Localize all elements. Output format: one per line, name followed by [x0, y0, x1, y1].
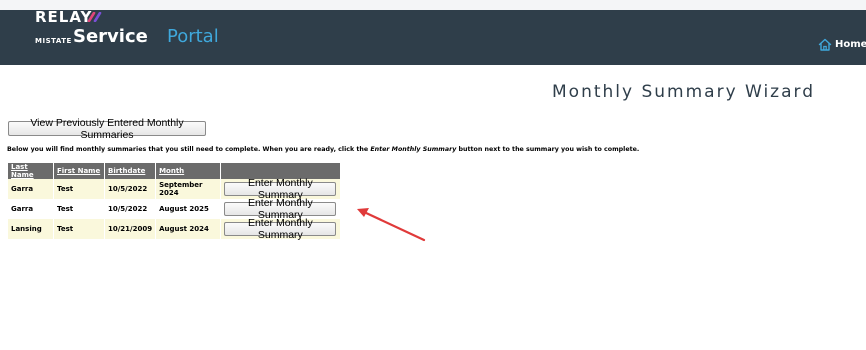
- app-header: RELAY MISTATE Service Portal Home: [0, 8, 866, 65]
- column-header-first-name[interactable]: First Name: [53, 163, 105, 179]
- cell-last-name: Garra: [8, 199, 54, 219]
- cell-birthdate: 10/5/2022: [104, 179, 157, 199]
- cell-first-name: Test: [53, 219, 105, 239]
- cell-first-name: Test: [53, 179, 105, 199]
- logo-relay-text: RELAY: [35, 8, 93, 26]
- enter-monthly-summary-button[interactable]: Enter Monthly Summary: [224, 177, 337, 201]
- cell-action: Enter Monthly Summary: [220, 217, 341, 241]
- annotation-arrow-icon: [357, 208, 426, 242]
- home-link-label: Home: [835, 39, 866, 50]
- table-row: Garra Test 10/5/2022 September 2024 Ente…: [8, 177, 341, 201]
- logo-mistate-text: MISTATE: [35, 37, 72, 45]
- cell-action: Enter Monthly Summary: [220, 197, 341, 221]
- cell-last-name: Lansing: [8, 219, 54, 239]
- browser-top-strip: [0, 0, 866, 10]
- enter-monthly-summary-button[interactable]: Enter Monthly Summary: [224, 217, 337, 241]
- column-header-last-name[interactable]: Last Name: [8, 163, 54, 179]
- table-row: Lansing Test 10/21/2009 August 2024 Ente…: [8, 217, 341, 241]
- home-icon: [818, 38, 832, 51]
- column-header-birthdate[interactable]: Birthdate: [104, 163, 157, 179]
- view-previous-summaries-button[interactable]: View Previously Entered Monthly Summarie…: [8, 117, 206, 141]
- instructions-after: button next to the summary you wish to c…: [456, 146, 640, 153]
- cell-month: August 2024: [155, 219, 222, 239]
- home-link[interactable]: Home: [818, 38, 866, 51]
- cell-month: September 2024: [155, 179, 222, 199]
- cell-last-name: Garra: [8, 179, 54, 199]
- enter-monthly-summary-button[interactable]: Enter Monthly Summary: [224, 197, 337, 221]
- logo-portal-text: Portal: [167, 26, 219, 47]
- instructions-before: Below you will find monthly summaries th…: [7, 146, 371, 153]
- page-title: Monthly Summary Wizard: [552, 82, 816, 102]
- table-row: Garra Test 10/5/2022 August 2025 Enter M…: [8, 197, 341, 221]
- logo-slashes-icon: [87, 12, 102, 22]
- cell-first-name: Test: [53, 199, 105, 219]
- monthly-summary-table: Last Name First Name Birthdate Month Gar…: [8, 163, 341, 241]
- cell-birthdate: 10/21/2009: [104, 219, 157, 239]
- cell-action: Enter Monthly Summary: [220, 177, 341, 201]
- instructions-text: Below you will find monthly summaries th…: [7, 146, 639, 153]
- cell-birthdate: 10/5/2022: [104, 199, 157, 219]
- cell-month: August 2025: [155, 199, 222, 219]
- logo-service-text: Service: [73, 26, 148, 47]
- column-header-month[interactable]: Month: [155, 163, 222, 179]
- instructions-emphasis: Enter Monthly Summary: [370, 146, 457, 153]
